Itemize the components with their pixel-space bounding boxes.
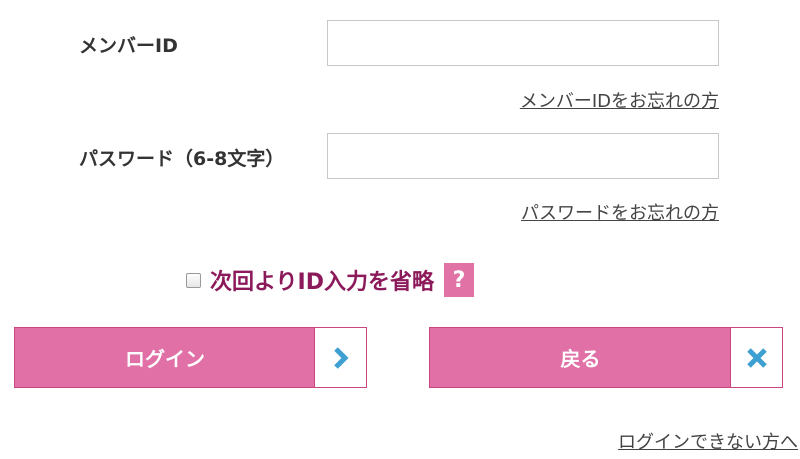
back-button-icon-box [730,328,782,387]
chevron-right-icon [333,346,349,369]
password-label: パスワード（6-8文字） [79,148,285,170]
help-icon[interactable]: ? [444,263,475,297]
password-input[interactable] [327,133,719,179]
login-button-icon-box [314,328,366,387]
forgot-password-link[interactable]: パスワードをお忘れの方 [521,199,719,225]
remember-id-row: 次回よりID入力を省略 ? [186,260,475,300]
remember-id-label[interactable]: 次回よりID入力を省略 [210,264,434,296]
cant-login-link[interactable]: ログインできない方へ [618,428,798,454]
login-button-label: ログイン [125,347,205,371]
login-button[interactable]: ログイン [14,327,367,388]
member-id-label: メンバーID [79,35,178,57]
back-button[interactable]: 戻る [429,327,783,388]
member-id-input[interactable] [327,20,719,66]
back-button-label: 戻る [560,347,601,371]
forgot-member-id-link[interactable]: メンバーIDをお忘れの方 [520,87,719,113]
remember-id-checkbox[interactable] [186,272,201,288]
close-icon [746,347,767,368]
